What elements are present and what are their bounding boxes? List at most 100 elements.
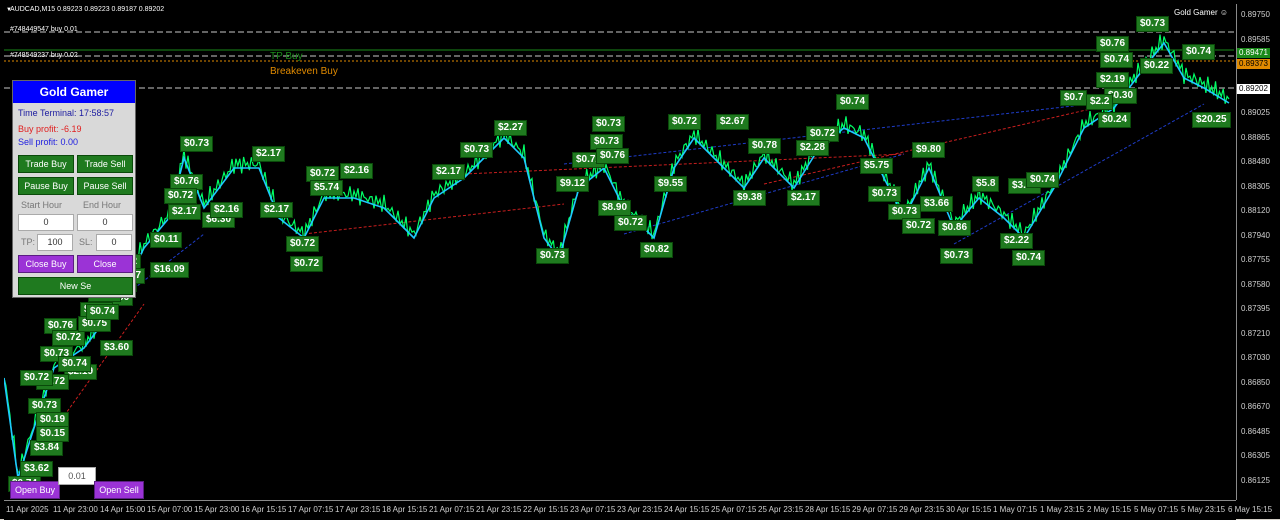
trade-connector-line <box>303 203 565 235</box>
time-tick-label: 18 Apr 15:15 <box>382 505 428 514</box>
time-tick-label: 2 May 15:15 <box>1087 505 1132 514</box>
tp-price-tag: 0.89471 <box>1237 48 1270 58</box>
tp-buy-label: TP Buy <box>270 51 303 62</box>
time-tick-label: 17 Apr 23:15 <box>335 505 381 514</box>
time-tick-label: 14 Apr 15:00 <box>100 505 146 514</box>
sell-profit-label: Sell profit: 0.00 <box>18 137 79 147</box>
trade-buy-button[interactable]: Trade Buy <box>18 155 74 173</box>
end-hour-input[interactable]: 0 <box>77 214 133 231</box>
profit-badge: $0.73 <box>180 136 214 152</box>
profit-badge: $0.86 <box>938 220 972 236</box>
profit-badge: $0.72 <box>286 236 320 252</box>
profit-badge: $0.72 <box>902 218 936 234</box>
profit-badge: $3.84 <box>30 440 64 456</box>
lot-size-input[interactable]: 0.01 <box>58 467 96 485</box>
time-tick-label: 25 Apr 07:15 <box>711 505 757 514</box>
sl-input[interactable]: 0 <box>96 234 132 251</box>
profit-badge: $0.72 <box>52 330 86 346</box>
profit-badge: $0.73 <box>536 248 570 264</box>
price-tick-label: 0.87940 <box>1241 230 1270 240</box>
profit-badge: $0.74 <box>1012 250 1046 266</box>
profit-badge: $0.73 <box>940 248 974 264</box>
profit-badge: $8.90 <box>598 200 632 216</box>
trade-sell-button[interactable]: Trade Sell <box>77 155 133 173</box>
time-tick-label: 21 Apr 23:15 <box>476 505 522 514</box>
ea-name-label: Gold Gamer ☺ <box>1174 8 1228 17</box>
start-hour-label: Start Hour <box>21 200 63 210</box>
price-tick-label: 0.88120 <box>1241 206 1270 215</box>
profit-badge: $2.16 <box>210 202 244 218</box>
price-tick-label: 0.89585 <box>1241 34 1270 44</box>
sl-label: SL: <box>79 237 93 247</box>
time-axis[interactable]: 11 Apr 2025 11 Apr 23:00 14 Apr 15:00 15 Ap… <box>4 500 1272 520</box>
profit-badge: $9.12 <box>556 176 590 192</box>
profit-badge: $0.72 <box>668 114 702 130</box>
pause-sell-button[interactable]: Pause Sell <box>77 177 133 195</box>
close-buy-button[interactable]: Close Buy <box>18 255 74 273</box>
new-session-button[interactable]: New Se <box>18 277 133 295</box>
profit-badge: $0.73 <box>592 116 626 132</box>
end-hour-label: End Hour <box>83 200 122 210</box>
profit-badge: $5.74 <box>310 180 344 196</box>
profit-badge: $2.19 <box>1096 72 1130 88</box>
time-tick-label: 11 Apr 2025 <box>6 505 49 514</box>
profit-badge: $2.2 <box>1086 94 1114 110</box>
profit-badge: $9.80 <box>912 142 946 158</box>
profit-badge: $9.55 <box>654 176 688 192</box>
price-axis[interactable]: 0.897500.895850.894200.892020.890250.888… <box>1236 4 1280 500</box>
profit-badge: $2.17 <box>252 146 286 162</box>
breakeven-price-tag: 0.89373 <box>1237 59 1270 69</box>
profit-badge: $2.22 <box>1000 233 1034 249</box>
open-buy-button[interactable]: Open Buy <box>10 481 60 499</box>
time-tick-label: 11 Apr 23:00 <box>53 505 98 514</box>
price-line <box>4 34 1230 473</box>
time-tick-label: 23 Apr 23:15 <box>617 505 663 514</box>
profit-badge: $0.74 <box>58 356 92 372</box>
time-tick-label: 21 Apr 07:15 <box>429 505 475 514</box>
profit-badge: $2.67 <box>716 114 750 130</box>
profit-badge: $0.24 <box>1098 112 1132 128</box>
profit-badge: $0.72 <box>20 370 54 386</box>
close-sell-button[interactable]: Close <box>77 255 133 273</box>
price-tick-label: 0.86850 <box>1241 377 1270 387</box>
price-tick-label: 0.87210 <box>1241 328 1270 338</box>
tp-input[interactable]: 100 <box>37 234 73 251</box>
time-tick-label: 5 May 23:15 <box>1181 505 1226 514</box>
time-tick-label: 29 Apr 23:15 <box>899 505 945 514</box>
time-tick-label: 1 May 07:15 <box>993 505 1038 514</box>
profit-badge: $2.28 <box>796 140 830 156</box>
profit-badge: $0.78 <box>748 138 782 154</box>
profit-badge: $0.72 <box>164 188 198 204</box>
time-tick-label: 15 Apr 07:00 <box>147 505 193 514</box>
time-tick-label: 22 Apr 15:15 <box>523 505 569 514</box>
profit-badge: $5.8 <box>972 176 1000 192</box>
price-plot <box>4 31 1234 479</box>
profit-badge: $0.7 <box>1060 90 1088 106</box>
trade-connector-line <box>953 103 1205 245</box>
profit-badge: $0.74 <box>836 94 870 110</box>
profit-badge: $0.74 <box>1182 44 1216 60</box>
order-line-label-2: #748549237 buy 0.02 <box>10 52 78 59</box>
price-tick-label: 0.87580 <box>1241 279 1270 289</box>
profit-badge: $16.09 <box>150 262 189 278</box>
time-tick-label: 6 May 15:15 <box>1228 505 1273 514</box>
profit-badge: $2.17 <box>260 202 294 218</box>
profit-badge: $0.22 <box>1140 58 1174 74</box>
chart-title: AUDCAD,M15 0.89223 0.89223 0.89187 0.892… <box>10 6 165 13</box>
time-tick-label: 29 Apr 07:15 <box>852 505 898 514</box>
profit-badge: $2.17 <box>787 190 821 206</box>
open-sell-button[interactable]: Open Sell <box>94 481 144 499</box>
profit-badge: $2.17 <box>168 204 202 220</box>
profit-badge: $2.27 <box>494 120 528 136</box>
time-terminal-label: Time Terminal: 17:58:57 <box>18 108 115 118</box>
start-hour-input[interactable]: 0 <box>18 214 74 231</box>
profit-badge: $5.75 <box>860 158 894 174</box>
pause-buy-button[interactable]: Pause Buy <box>18 177 74 195</box>
price-tick-label: 0.89025 <box>1241 108 1270 117</box>
panel-title: Gold Gamer <box>13 81 135 103</box>
current-price-tag: 0.89202 <box>1237 84 1270 94</box>
profit-badge: $3.62 <box>20 461 54 477</box>
price-tick-label: 0.87030 <box>1241 353 1270 362</box>
profit-badge: $0.15 <box>36 426 70 442</box>
profit-badge: $0.82 <box>640 242 674 258</box>
